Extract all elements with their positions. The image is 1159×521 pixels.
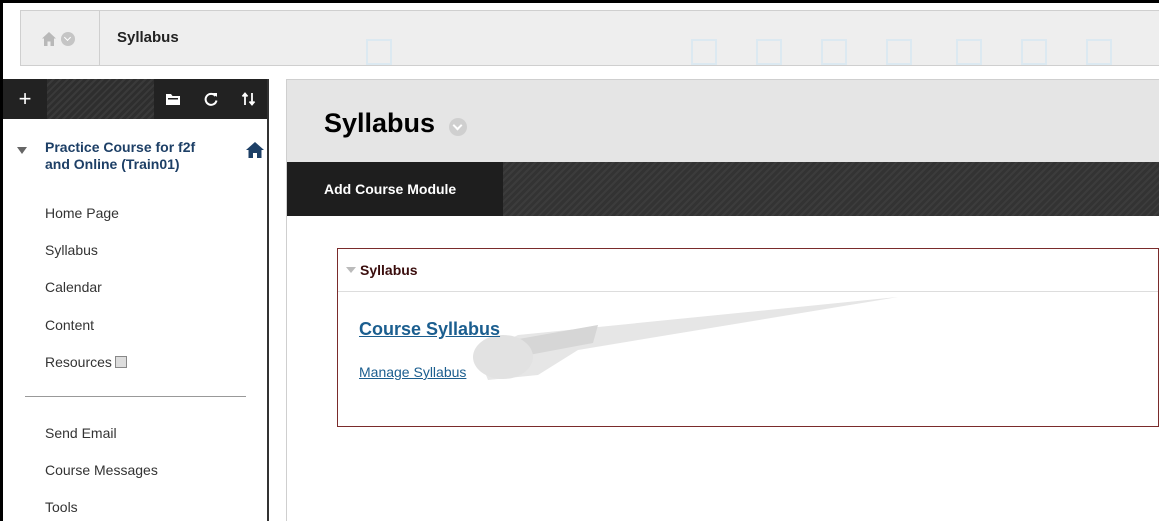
decorative-square xyxy=(1086,39,1112,65)
chevron-down-icon[interactable] xyxy=(449,118,467,136)
add-menu-item-button[interactable]: + xyxy=(3,79,47,119)
menu-item-resources[interactable]: Resources xyxy=(45,354,127,370)
action-bar: Add Course Module xyxy=(287,162,1159,216)
folder-icon xyxy=(166,94,180,105)
course-menu: + Practice Course for f2f and Online (Tr… xyxy=(3,79,269,521)
course-menu-toolbar: + xyxy=(3,79,267,119)
subheader-icon xyxy=(114,356,127,368)
page-title: Syllabus xyxy=(324,108,436,138)
folder-view-button[interactable] xyxy=(154,79,192,119)
app-frame: Syllabus + Practice Course for f2f and O… xyxy=(0,0,1159,521)
decorative-square xyxy=(956,39,982,65)
syllabus-module: Syllabus Course Syllabus Manage Syllabus xyxy=(337,248,1159,427)
manage-syllabus-link[interactable]: Manage Syllabus xyxy=(359,364,466,380)
module-title: Syllabus xyxy=(360,262,418,278)
refresh-button[interactable] xyxy=(192,79,230,119)
decorative-square xyxy=(1021,39,1047,65)
menu-item-calendar[interactable]: Calendar xyxy=(45,279,102,295)
course-syllabus-link[interactable]: Course Syllabus xyxy=(359,319,500,340)
menu-item-home-page[interactable]: Home Page xyxy=(45,205,119,221)
decorative-square xyxy=(756,39,782,65)
sort-arrows-icon xyxy=(241,92,255,106)
breadcrumb-bar: Syllabus xyxy=(3,3,1159,76)
menu-item-syllabus[interactable]: Syllabus xyxy=(45,242,98,258)
decorative-square xyxy=(366,39,392,65)
breadcrumb-home-button[interactable] xyxy=(41,28,97,50)
menu-item-send-email[interactable]: Send Email xyxy=(45,425,117,441)
add-course-module-button[interactable]: Add Course Module xyxy=(287,162,503,216)
menu-item-content[interactable]: Content xyxy=(45,317,94,333)
breadcrumb-current: Syllabus xyxy=(117,29,179,46)
breadcrumb-separator xyxy=(99,11,100,65)
course-title[interactable]: Practice Course for f2f and Online (Trai… xyxy=(45,139,215,173)
pen-watermark-image xyxy=(473,297,898,380)
menu-divider xyxy=(25,396,246,397)
main-content: Syllabus Add Course Module Syllabus Cour… xyxy=(286,79,1159,521)
decorative-square xyxy=(821,39,847,65)
refresh-icon xyxy=(204,92,218,106)
menu-item-tools[interactable]: Tools xyxy=(45,499,78,515)
breadcrumb: Syllabus xyxy=(20,10,1159,66)
home-icon xyxy=(42,32,56,46)
menu-item-course-messages[interactable]: Course Messages xyxy=(45,462,158,478)
page-header: Syllabus xyxy=(287,80,1159,162)
collapse-triangle-icon[interactable] xyxy=(17,147,27,154)
course-home-icon[interactable] xyxy=(246,142,264,158)
collapse-triangle-icon[interactable] xyxy=(346,267,356,273)
reorder-button[interactable] xyxy=(230,79,267,119)
menu-item-label: Resources xyxy=(45,354,112,370)
chevron-down-icon[interactable] xyxy=(61,32,75,46)
module-header: Syllabus xyxy=(338,249,1158,292)
decorative-square xyxy=(691,39,717,65)
decorative-square xyxy=(886,39,912,65)
